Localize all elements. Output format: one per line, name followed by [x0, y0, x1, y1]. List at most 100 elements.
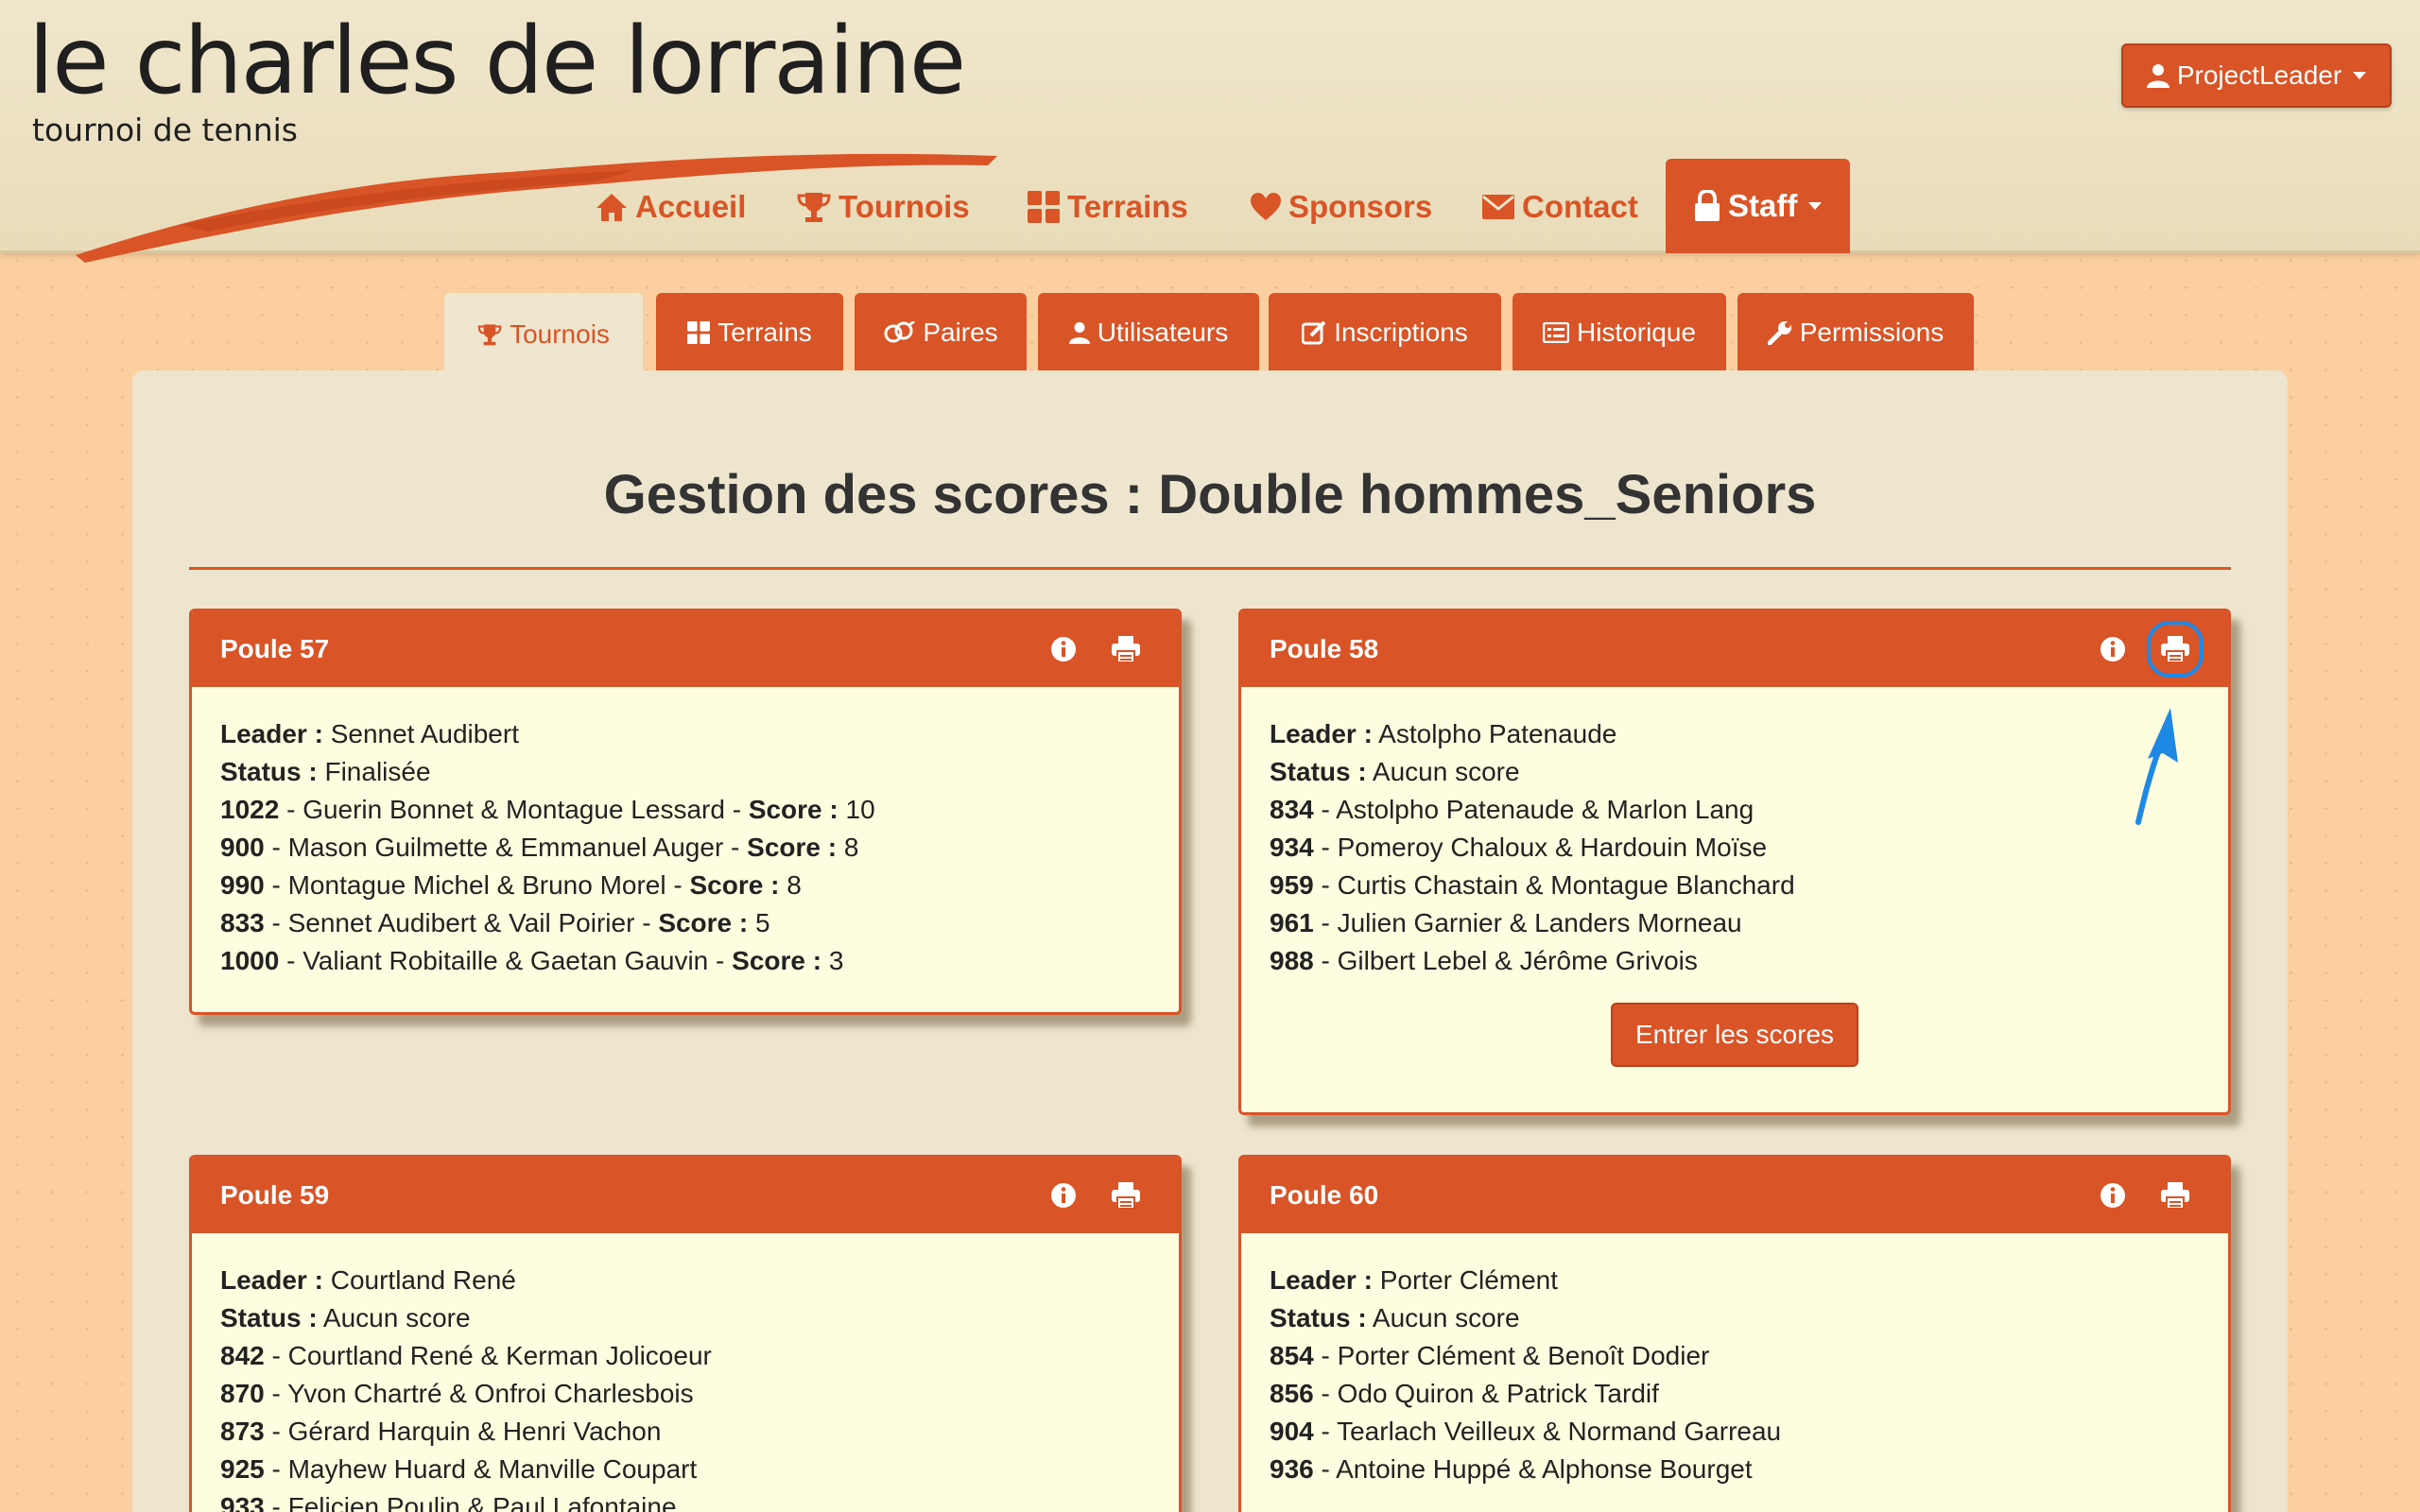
pair-row: 842 - Courtland René & Kerman Jolicoeur: [220, 1341, 712, 1370]
tab-label: Historique: [1576, 318, 1697, 347]
poule-card: Poule 57 Leader : Sennet Audibert Status…: [189, 609, 1182, 1015]
tab-permissions[interactable]: Permissions: [1737, 293, 1974, 372]
info-icon[interactable]: [2096, 632, 2130, 666]
pair-id: 959: [1270, 870, 1314, 900]
score-value: 8: [786, 870, 802, 900]
score-label: Score :: [747, 833, 838, 862]
grid-icon: [1028, 191, 1060, 223]
pair-row: 961 - Julien Garnier & Landers Morneau: [1270, 908, 1742, 937]
pair-players: Gilbert Lebel & Jérôme Grivois: [1337, 946, 1698, 975]
trophy-icon: [797, 193, 831, 222]
pair-row: 900 - Mason Guilmette & Emmanuel Auger -…: [220, 833, 859, 862]
tab-inscriptions[interactable]: Inscriptions: [1269, 293, 1501, 372]
pair-id: 936: [1270, 1454, 1314, 1484]
pair-row: 925 - Mayhew Huard & Manville Coupart: [220, 1454, 698, 1484]
tab-tournois[interactable]: Tournois: [444, 293, 643, 376]
enter-scores-button[interactable]: Entrer les scores: [1611, 1003, 1858, 1067]
info-icon[interactable]: [1046, 632, 1080, 666]
home-icon: [596, 194, 627, 221]
score-label: Score :: [658, 908, 749, 937]
user-menu-button[interactable]: ProjectLeader: [2121, 43, 2392, 108]
pair-players: Astolpho Patenaude & Marlon Lang: [1336, 795, 1754, 824]
pair-id: 904: [1270, 1417, 1314, 1446]
pair-row: 959 - Curtis Chastain & Montague Blancha…: [1270, 870, 1795, 900]
pair-row: 870 - Yvon Chartré & Onfroi Charlesbois: [220, 1379, 694, 1408]
pair-players: Mason Guilmette & Emmanuel Auger: [287, 833, 724, 862]
tab-paires[interactable]: Paires: [855, 293, 1027, 372]
pair-id: 961: [1270, 908, 1314, 937]
pair-id: 854: [1270, 1341, 1314, 1370]
pair-id: 873: [220, 1417, 265, 1446]
leader-row: Leader : Courtland René: [220, 1262, 1150, 1299]
status-label: Status :: [1270, 1303, 1367, 1332]
poule-card-header: Poule 60: [1241, 1158, 2228, 1233]
pair-players: Courtland René & Kerman Jolicoeur: [287, 1341, 712, 1370]
print-icon[interactable]: [1109, 632, 1143, 666]
pair-row: 1000 - Valiant Robitaille & Gaetan Gauvi…: [220, 946, 844, 975]
poule-card-body: Leader : Astolpho Patenaude Status : Auc…: [1241, 687, 2228, 1095]
pair-id: 834: [1270, 795, 1314, 824]
heart-icon: [1251, 193, 1281, 220]
status-row: Status : Aucun score: [1270, 1299, 2200, 1337]
admin-tabs: Tournois Terrains Paires Utilisateurs In…: [0, 293, 2420, 376]
pair-players: Porter Clément & Benoît Dodier: [1337, 1341, 1710, 1370]
pair-id: 988: [1270, 946, 1314, 975]
tab-terrains[interactable]: Terrains: [656, 293, 843, 372]
pair-row: 933 - Felicien Poulin & Paul Lafontaine: [220, 1488, 1150, 1512]
nav-staff[interactable]: Staff: [1666, 159, 1851, 253]
print-icon[interactable]: [2147, 621, 2204, 678]
pair-players: Guerin Bonnet & Montague Lessard: [302, 795, 725, 824]
score-value: 5: [755, 908, 770, 937]
pair-players: Odo Quiron & Patrick Tardif: [1337, 1379, 1659, 1408]
status-label: Status :: [220, 757, 318, 786]
nav-tournois[interactable]: Tournois: [797, 161, 970, 253]
pair-id: 900: [220, 833, 265, 862]
site-header: le charles de lorraine tournoi de tennis…: [0, 0, 2420, 263]
pair-players: Curtis Chastain & Montague Blanchard: [1337, 870, 1795, 900]
leader-label: Leader :: [220, 1265, 323, 1295]
leader-value: Courtland René: [330, 1265, 516, 1295]
status-label: Status :: [1270, 757, 1367, 786]
nav-terrains[interactable]: Terrains: [1028, 161, 1188, 253]
poule-title: Poule 59: [220, 1180, 330, 1210]
status-value: Aucun score: [1372, 757, 1520, 786]
score-label: Score :: [689, 870, 780, 900]
pair-id: 870: [220, 1379, 265, 1408]
poule-card: Poule 59 Leader : Courtland René Status …: [189, 1155, 1182, 1512]
info-icon[interactable]: [2096, 1178, 2130, 1212]
user-menu-label: ProjectLeader: [2176, 60, 2342, 90]
logo-subtitle: tournoi de tennis: [32, 112, 298, 148]
tab-label: Permissions: [1799, 318, 1945, 347]
info-icon[interactable]: [1046, 1178, 1080, 1212]
score-label: Score :: [748, 795, 838, 824]
nav-label: Staff: [1728, 188, 1798, 223]
user-icon: [1068, 322, 1090, 344]
tab-label: Utilisateurs: [1097, 318, 1229, 347]
pair-players: Montague Michel & Bruno Morel: [287, 870, 666, 900]
pair-players: Yvon Chartré & Onfroi Charlesbois: [287, 1379, 694, 1408]
nav-accueil[interactable]: Accueil: [596, 161, 746, 253]
caret-down-icon: [2353, 72, 2367, 79]
pair-row: 936 - Antoine Huppé & Alphonse Bourget: [1270, 1454, 1753, 1484]
score-label: Score :: [732, 946, 822, 975]
leader-label: Leader :: [220, 719, 323, 748]
trophy-icon: [477, 324, 502, 346]
pair-row: 833 - Sennet Audibert & Vail Poirier - S…: [220, 908, 770, 937]
print-icon[interactable]: [2158, 1178, 2192, 1212]
tab-historique[interactable]: Historique: [1512, 293, 1726, 372]
pair-row: 934 - Pomeroy Chaloux & Hardouin Moïse: [1270, 833, 1768, 862]
nav-label: Tournois: [838, 189, 970, 224]
leader-value: Sennet Audibert: [330, 719, 519, 748]
print-icon[interactable]: [1109, 1178, 1143, 1212]
main-nav: Accueil Tournois Terrains Sponsors Conta…: [0, 159, 2420, 253]
nav-contact[interactable]: Contact: [1482, 161, 1638, 253]
poule-title: Poule 58: [1270, 634, 1379, 663]
tab-utilisateurs[interactable]: Utilisateurs: [1038, 293, 1259, 372]
poule-title: Poule 60: [1270, 1180, 1379, 1210]
poule-card-body: Leader : Porter Clément Status : Aucun s…: [1241, 1233, 2228, 1512]
nav-sponsors[interactable]: Sponsors: [1251, 161, 1432, 253]
poule-title: Poule 57: [220, 634, 330, 663]
edit-icon: [1302, 320, 1326, 345]
envelope-icon: [1482, 195, 1514, 219]
nav-label: Terrains: [1067, 189, 1188, 224]
